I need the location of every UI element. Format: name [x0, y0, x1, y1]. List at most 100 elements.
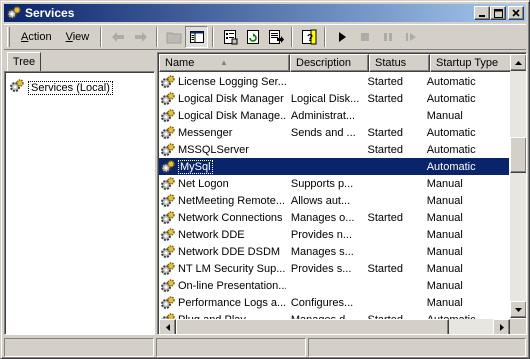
stop-service-button[interactable] [353, 26, 376, 48]
arrow-left-icon [165, 324, 170, 331]
service-row[interactable]: NetMeeting Remote... Allows aut... Manual [159, 192, 509, 209]
export-list-icon [268, 30, 284, 44]
service-status: Started [367, 262, 403, 275]
tree-node-label: Services (Local) [28, 80, 113, 95]
service-gear-icon [160, 278, 176, 294]
service-row[interactable]: Network Connections Manages o... Started Ma… [159, 209, 509, 226]
service-startup-type: Manual [426, 228, 463, 241]
service-startup-type: Manual [426, 279, 463, 292]
service-name: Network Connections [178, 211, 283, 224]
service-startup-type: Manual [426, 177, 463, 190]
show-hide-tree-button[interactable] [185, 26, 209, 48]
service-startup-type: Manual [426, 194, 463, 207]
service-description: Provides n... [290, 228, 352, 241]
list-header: Name ▲ Description Status Startup Type [159, 54, 520, 72]
service-description: Configures... [290, 296, 354, 309]
service-row[interactable]: MySql Automatic [159, 158, 509, 175]
forward-button[interactable] [129, 26, 152, 48]
service-name-cell: MySql [159, 159, 286, 175]
column-header-status[interactable]: Status [369, 54, 430, 72]
service-name-cell: Logical Disk Manage... [159, 108, 286, 124]
service-row[interactable]: License Logging Ser... Started Automatic [159, 73, 509, 90]
service-startup-type: Manual [426, 245, 463, 258]
service-row[interactable]: Messenger Sends and ... Started Automatic [159, 124, 509, 141]
column-header-description[interactable]: Description [290, 54, 369, 72]
vertical-scrollbar[interactable] [510, 54, 526, 318]
export-list-button[interactable] [264, 26, 287, 48]
scroll-right-button[interactable] [493, 319, 510, 334]
vertical-scroll-thumb[interactable] [510, 137, 526, 173]
service-gear-icon [160, 142, 176, 158]
service-status: Started [367, 211, 403, 224]
service-name: Logical Disk Manager [178, 92, 284, 105]
help-icon: ? [301, 29, 317, 45]
service-name: Network DDE DSDM [178, 245, 281, 258]
service-row[interactable]: Network DDE DSDM Manages s... Manual [159, 243, 509, 260]
service-name: Net Logon [178, 177, 229, 190]
service-row[interactable]: NT LM Security Sup... Provides s... Starte… [159, 260, 509, 277]
service-gear-icon [160, 227, 176, 243]
back-button[interactable] [106, 26, 129, 48]
column-header-startup-type[interactable]: Startup Type [430, 54, 520, 72]
up-folder-icon [166, 32, 182, 44]
services-list[interactable]: Name ▲ Description Status Startup Type Li… [157, 52, 527, 335]
horizontal-scrollbar[interactable] [159, 319, 510, 334]
service-name-cell: MSSQLServer [159, 142, 286, 158]
scroll-left-button[interactable] [159, 319, 176, 334]
start-service-icon [338, 32, 346, 42]
menu-view[interactable]: View [59, 27, 97, 47]
service-gear-icon [160, 125, 176, 141]
toolbar: Action View ? [4, 24, 526, 50]
service-status: Started [367, 126, 403, 139]
horizontal-scroll-thumb[interactable] [176, 319, 449, 334]
menu-action[interactable]: Action [14, 27, 59, 47]
column-header-label: Status [375, 57, 407, 69]
service-row[interactable]: On-line Presentation... Manual [159, 277, 509, 294]
service-gear-icon [160, 244, 176, 260]
help-button[interactable]: ? [297, 26, 320, 48]
pause-service-button[interactable] [376, 26, 399, 48]
arrow-up-icon [515, 60, 522, 65]
service-row[interactable]: MSSQLServer Started Automatic [159, 141, 509, 158]
refresh-button[interactable] [241, 26, 264, 48]
column-header-name[interactable]: Name ▲ [159, 54, 290, 72]
tree-tab-bar: Tree [4, 52, 154, 72]
scroll-down-button[interactable] [510, 301, 526, 318]
service-row[interactable]: Network DDE Provides n... Manual [159, 226, 509, 243]
service-startup-type: Automatic [426, 126, 476, 139]
service-name-cell: Logical Disk Manager [159, 91, 286, 107]
service-startup-type: Automatic [426, 75, 476, 88]
service-name: MSSQLServer [178, 143, 249, 156]
properties-button[interactable] [218, 26, 241, 48]
service-row[interactable]: Logical Disk Manager Logical Disk... Start… [159, 90, 509, 107]
tree-pane[interactable]: Services (Local) [4, 71, 155, 335]
maximize-button[interactable] [490, 6, 506, 20]
tree-node-services-local[interactable]: Services (Local) [9, 78, 113, 97]
service-gear-icon [160, 159, 176, 175]
restart-service-button[interactable] [399, 26, 422, 48]
service-row[interactable]: Net Logon Supports p... Manual [159, 175, 509, 192]
close-button[interactable] [508, 6, 524, 20]
service-name: NT LM Security Sup... [178, 262, 286, 275]
back-arrow-icon [111, 32, 124, 42]
service-row[interactable]: Logical Disk Manage... Administrat... Manu… [159, 107, 509, 124]
title-bar[interactable]: Services [4, 4, 526, 22]
toolbar-separator [156, 27, 159, 47]
service-name: On-line Presentation... [178, 279, 286, 292]
scroll-up-button[interactable] [510, 54, 526, 71]
service-row[interactable]: Performance Logs a... Configures... Manual [159, 294, 509, 311]
service-gear-icon [160, 261, 176, 277]
service-startup-type: Automatic [426, 143, 476, 156]
column-header-label: Description [296, 57, 352, 69]
start-service-button[interactable] [330, 26, 353, 48]
service-startup-type: Manual [426, 262, 463, 275]
service-gear-icon [160, 108, 176, 124]
window-title: Services [25, 6, 75, 20]
forward-arrow-icon [134, 32, 147, 42]
scrollbar-corner [510, 319, 526, 334]
tab-tree[interactable]: Tree [7, 52, 41, 72]
up-one-level-button[interactable] [162, 26, 185, 48]
minimize-button[interactable] [474, 6, 490, 20]
service-startup-type: Manual [426, 109, 463, 122]
services-gear-icon [6, 5, 22, 21]
